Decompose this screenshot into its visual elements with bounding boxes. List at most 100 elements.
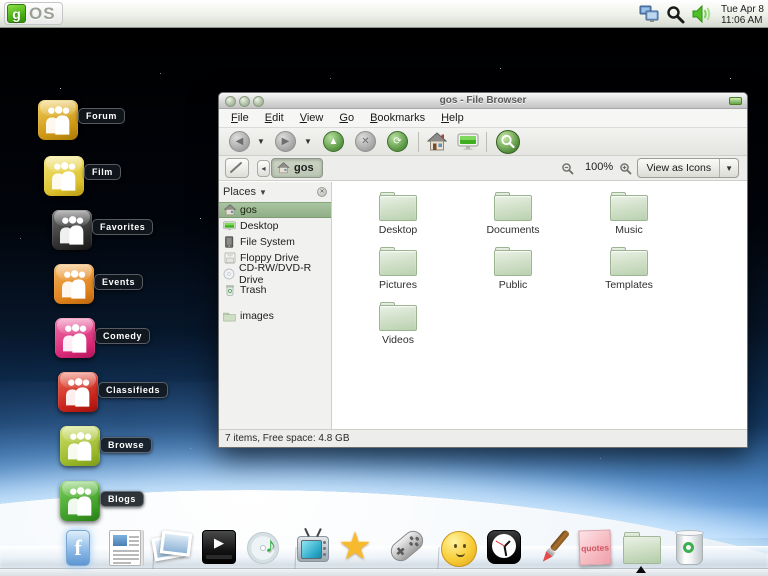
home-icon[interactable] [427,132,447,157]
forward-button[interactable]: ▶ [275,131,296,152]
sidebar-item-filesystem[interactable]: File System [219,234,331,250]
top-panel: g OS [0,0,768,28]
sidebar-item-gos[interactable]: gos [219,202,331,218]
folder-item-public[interactable]: Public [468,247,558,291]
window-body: Places ▼ ✕ gos Desktop [219,182,747,431]
desktop-shortcut-comedy[interactable] [55,318,95,358]
back-button[interactable]: ◀ [229,131,250,152]
sidebar-item-cdrom[interactable]: CD-RW/DVD-R Drive [219,266,331,282]
search-button[interactable] [496,130,520,154]
volume-icon[interactable] [692,4,714,24]
menu-go[interactable]: Go [331,110,362,126]
places-header[interactable]: Places ▼ ✕ [219,182,331,202]
sidebar-item-label: CD-RW/DVD-R Drive [239,262,331,286]
desktop-shortcut-classifieds[interactable] [58,372,98,412]
dock-item-games[interactable]: ✚ [383,528,429,570]
up-button[interactable]: ▲ [323,131,344,152]
folder-icon [379,192,417,221]
folder-icon [494,247,532,276]
back-history-dropdown[interactable]: ▼ [257,137,265,146]
forward-history-dropdown[interactable]: ▼ [304,137,312,146]
zoom-out-icon[interactable] [561,162,575,181]
dock-item-files[interactable] [619,528,665,570]
folder-item-desktop[interactable]: Desktop [353,192,443,236]
folder-item-music[interactable]: Music [584,192,674,236]
folder-item-templates[interactable]: Templates [584,247,674,291]
reload-button[interactable]: ⟳ [387,131,408,152]
desktop-shortcut-blogs[interactable] [60,481,100,521]
cd-icon [223,268,235,281]
folder-name: Documents [468,224,558,236]
menu-bookmarks[interactable]: Bookmarks [362,110,433,126]
titlebar[interactable]: gos - File Browser [219,93,747,109]
view-mode-dropdown[interactable]: View as Icons ▼ [637,158,739,178]
folder-icon [379,302,417,331]
dock-item-photos[interactable] [149,528,195,570]
chevron-down-icon[interactable]: ▼ [719,159,738,177]
sidebar-item-images[interactable]: images [219,308,331,324]
clock-applet[interactable]: Tue Apr 8 11:06 AM [721,3,764,26]
desktop-shortcut-film[interactable] [44,156,84,196]
gos-logo-icon: g [7,4,26,23]
dock-item-favorites[interactable]: ★ [336,528,382,570]
window-shade-button[interactable] [729,97,742,105]
folder-icon [494,192,532,221]
computer-icon[interactable] [457,132,479,157]
time-text: 11:06 AM [721,15,764,26]
menu-view[interactable]: View [292,110,332,126]
dock-item-clock[interactable] [481,528,527,570]
sidebar-item-label: File System [240,236,295,248]
search-icon[interactable] [666,5,685,24]
desktop-shortcut-events[interactable] [54,264,94,304]
system-tray: Tue Apr 8 11:06 AM [639,0,764,28]
folder-item-documents[interactable]: Documents [468,192,558,236]
dock-item-social[interactable]: f [56,528,102,570]
zoom-in-icon[interactable] [619,162,633,181]
dock-item-news[interactable] [103,528,149,570]
path-button-label: gos [294,162,314,174]
desktop-label-favorites[interactable]: Favorites [92,219,153,235]
menu-edit[interactable]: Edit [257,110,292,126]
desktop-label-events[interactable]: Events [94,274,143,290]
desktop-label-film[interactable]: Film [84,164,121,180]
dock-item-quotes[interactable]: quotes [573,528,619,570]
desktop-label-comedy[interactable]: Comedy [95,328,150,344]
dock-item-trash[interactable] [667,528,713,570]
menu-help[interactable]: Help [433,110,472,126]
stop-button[interactable]: ✕ [355,131,376,152]
filesystem-icon [223,236,236,249]
folder-item-videos[interactable]: Videos [353,302,443,346]
chevron-down-icon: ▼ [259,188,317,197]
desktop-shortcut-forum[interactable] [38,100,78,140]
desktop-shortcut-browse[interactable] [60,426,100,466]
desktop-label-browse[interactable]: Browse [100,437,152,453]
photos-icon [160,530,193,556]
dock-item-paint[interactable] [527,528,573,570]
toggle-location-entry-button[interactable] [225,158,249,178]
dock-item-video[interactable]: ▶ [196,528,242,570]
folder-view[interactable]: Desktop Documents Music Pictures Public [332,182,747,431]
sidebar-item-desktop[interactable]: Desktop [219,218,331,234]
floppy-icon [223,252,236,265]
music-note-icon: ♪ [265,532,276,558]
folder-name: Music [584,224,674,236]
network-icon[interactable] [639,5,659,23]
menu-file[interactable]: File [223,110,257,126]
sidebar-close-button[interactable]: ✕ [317,187,327,197]
toolbar: ◀ ▼ ▶ ▼ ▲ ✕ ⟳ [219,128,747,156]
dock-item-tv[interactable] [290,528,336,570]
toolbar-separator [486,132,487,152]
gos-menu-button[interactable]: g OS [4,2,63,25]
sidebar-item-label: images [240,310,274,322]
dock-item-music[interactable]: ♪ [243,528,289,570]
desktop-label-blogs[interactable]: Blogs [100,491,144,507]
desktop-label-forum[interactable]: Forum [78,108,125,124]
view-mode-label: View as Icons [638,162,719,174]
desktop-shortcut-favorites[interactable] [52,210,92,250]
path-scroll-left-button[interactable]: ◂ [257,160,270,177]
desktop-label-classifieds[interactable]: Classifieds [98,382,168,398]
dock-item-smiley[interactable] [436,528,482,570]
path-button-gos[interactable]: gos [271,158,323,178]
folder-item-pictures[interactable]: Pictures [353,247,443,291]
star-icon: ★ [338,524,372,569]
